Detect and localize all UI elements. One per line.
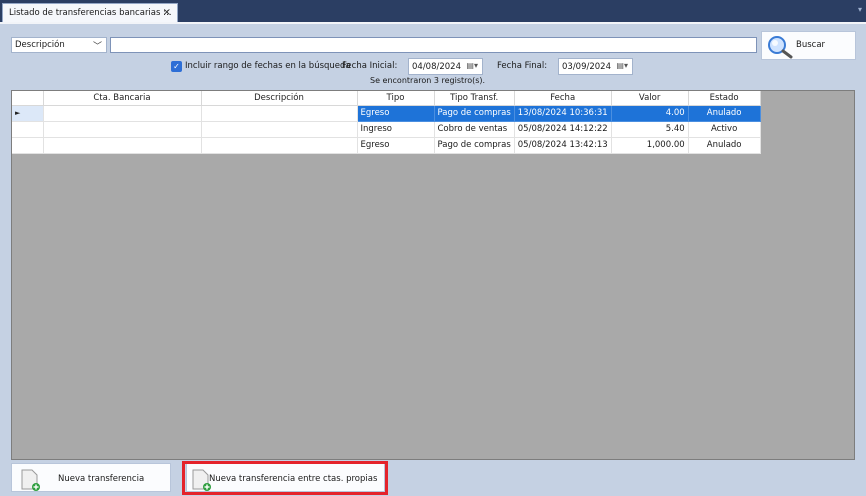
table-row[interactable]: Egreso Pago de compras 05/08/2024 13:42:… xyxy=(12,137,761,154)
cell-estado[interactable]: Activo xyxy=(688,121,761,138)
cell-tipo-transf[interactable]: Pago de compras xyxy=(434,137,515,154)
cell-estado[interactable]: Anulado xyxy=(688,137,761,154)
table-row[interactable]: Ingreso Cobro de ventas 05/08/2024 14:12… xyxy=(12,121,761,138)
cell-cuenta[interactable] xyxy=(43,121,202,138)
main-panel: Descripción ﹀ Buscar ✓ Incluir rango de … xyxy=(0,22,866,496)
row-indicator[interactable]: ► xyxy=(12,105,44,122)
results-count: Se encontraron 3 registro(s). xyxy=(370,76,486,85)
cell-valor[interactable]: 5.40 xyxy=(611,121,689,138)
highlight-annotation xyxy=(182,461,388,495)
column-header-tipo-transf[interactable]: Tipo Transf. xyxy=(434,91,515,106)
cell-tipo-transf[interactable]: Pago de compras xyxy=(434,105,515,122)
calendar-icon[interactable]: ▤▾ xyxy=(466,61,478,70)
search-button[interactable]: Buscar xyxy=(761,31,856,60)
end-date-label: Fecha Final: xyxy=(497,61,548,71)
column-header-cuenta[interactable]: Cta. Bancaria xyxy=(43,91,202,106)
column-header-estado[interactable]: Estado xyxy=(688,91,761,106)
cell-cuenta[interactable] xyxy=(43,137,202,154)
start-date-picker[interactable]: 04/08/2024 ▤▾ xyxy=(408,58,483,75)
end-date-value: 03/09/2024 xyxy=(562,62,611,72)
new-transfer-label: Nueva transferencia xyxy=(58,474,145,484)
column-header-fecha[interactable]: Fecha xyxy=(514,91,612,106)
search-input[interactable] xyxy=(110,37,757,53)
magnifier-icon xyxy=(768,36,793,59)
search-field-value: Descripción xyxy=(15,40,65,50)
date-range-checkbox[interactable]: ✓ xyxy=(171,61,182,72)
cell-tipo[interactable]: Egreso xyxy=(357,105,435,122)
column-header-tipo[interactable]: Tipo xyxy=(357,91,435,106)
chevron-down-icon[interactable]: ▾ xyxy=(858,5,862,14)
row-pointer-icon: ► xyxy=(15,109,21,117)
table-row[interactable]: ► Egreso Pago de compras 13/08/2024 10:3… xyxy=(12,105,761,122)
search-button-label: Buscar xyxy=(796,40,826,50)
cell-descripcion[interactable] xyxy=(201,137,358,154)
row-indicator[interactable] xyxy=(12,137,44,154)
cell-descripcion[interactable] xyxy=(201,105,358,122)
start-date-label: Fecha Inicial: xyxy=(342,61,398,71)
transfers-table: Cta. Bancaria Descripción Tipo Tipo Tran… xyxy=(12,91,761,154)
calendar-icon[interactable]: ▤▾ xyxy=(616,61,628,70)
row-indicator-header xyxy=(12,91,44,106)
cell-tipo-transf[interactable]: Cobro de ventas xyxy=(434,121,515,138)
chevron-down-icon: ﹀ xyxy=(92,42,102,52)
date-range-label: Incluir rango de fechas en la búsqueda xyxy=(185,61,351,71)
search-field-select[interactable]: Descripción ﹀ xyxy=(11,37,107,53)
new-transfer-button[interactable]: Nueva transferencia xyxy=(11,463,171,492)
table-header-row: Cta. Bancaria Descripción Tipo Tipo Tran… xyxy=(12,91,761,106)
cell-valor[interactable]: 1,000.00 xyxy=(611,137,689,154)
cell-fecha[interactable]: 13/08/2024 10:36:31 xyxy=(514,105,612,122)
end-date-picker[interactable]: 03/09/2024 ▤▾ xyxy=(558,58,633,75)
close-icon[interactable]: × xyxy=(163,7,171,18)
row-indicator[interactable] xyxy=(12,121,44,138)
cell-descripcion[interactable] xyxy=(201,121,358,138)
column-header-descripcion[interactable]: Descripción xyxy=(201,91,358,106)
cell-tipo[interactable]: Ingreso xyxy=(357,121,435,138)
tab-title: Listado de transferencias bancarias ::. xyxy=(9,8,172,18)
document-add-icon xyxy=(21,469,40,491)
cell-cuenta[interactable] xyxy=(43,105,202,122)
column-header-valor[interactable]: Valor xyxy=(611,91,689,106)
transfers-grid: Cta. Bancaria Descripción Tipo Tipo Tran… xyxy=(11,90,855,460)
cell-tipo[interactable]: Egreso xyxy=(357,137,435,154)
cell-valor[interactable]: 4.00 xyxy=(611,105,689,122)
cell-fecha[interactable]: 05/08/2024 14:12:22 xyxy=(514,121,612,138)
start-date-value: 04/08/2024 xyxy=(412,62,461,72)
tab-transfer-list[interactable]: Listado de transferencias bancarias ::. … xyxy=(2,3,178,22)
cell-estado[interactable]: Anulado xyxy=(688,105,761,122)
tab-strip: Listado de transferencias bancarias ::. … xyxy=(0,0,866,22)
cell-fecha[interactable]: 05/08/2024 13:42:13 xyxy=(514,137,612,154)
